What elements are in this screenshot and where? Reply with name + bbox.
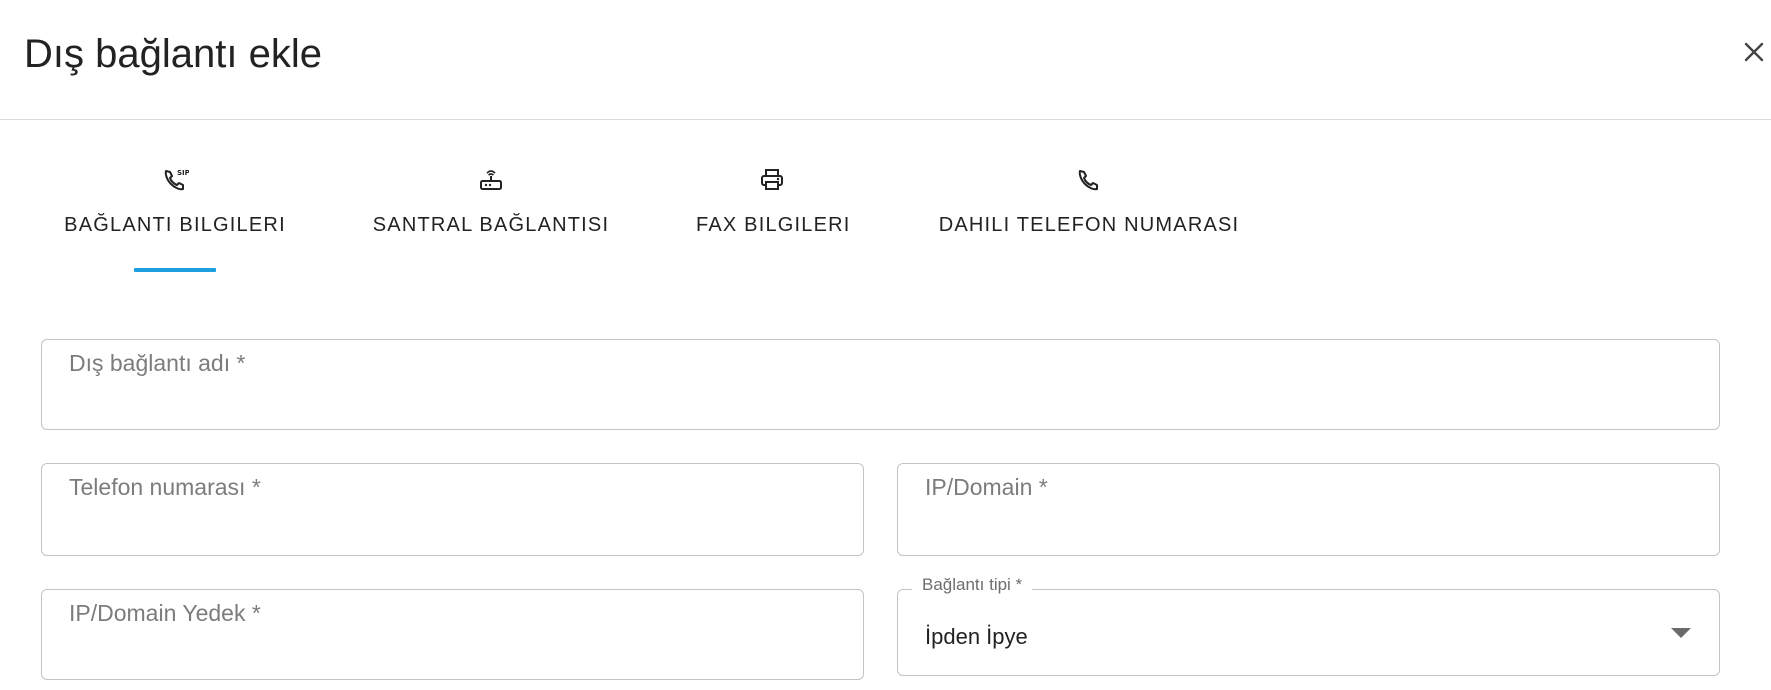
ip-domain-placeholder: IP/Domain * <box>925 474 1048 500</box>
connection-type-label: Bağlantı tipi * <box>912 575 1033 595</box>
phone-icon <box>1075 166 1103 194</box>
tab-label: SANTRAL BAĞLANTISI <box>372 214 610 236</box>
dialog-title: Dış bağlantı ekle <box>24 32 322 76</box>
connection-type-select[interactable]: Bağlantı tipi * İpden İpye <box>897 575 1720 676</box>
tab-bar: SIP BAĞLANTI BILGILERI SANTRAL BAĞLANTIS… <box>0 160 1300 280</box>
router-icon <box>477 166 505 194</box>
active-tab-indicator <box>134 268 216 272</box>
tab-label: DAHILI TELEFON NUMARASI <box>938 214 1240 236</box>
svg-text:SIP: SIP <box>177 169 189 177</box>
tab-santral-baglantisi[interactable]: SANTRAL BAĞLANTISI <box>370 160 612 275</box>
close-icon[interactable] <box>1738 36 1770 68</box>
tab-label: FAX BILGILERI <box>696 214 851 236</box>
phone-number-field[interactable]: Telefon numarası * <box>41 463 864 556</box>
ip-domain-backup-field[interactable]: IP/Domain Yedek * <box>41 589 864 680</box>
tab-baglanti-bilgileri[interactable]: SIP BAĞLANTI BILGILERI <box>62 160 288 275</box>
connection-name-placeholder: Dış bağlantı adı * <box>69 350 246 376</box>
tab-label: BAĞLANTI BILGILERI <box>64 214 286 236</box>
tab-dahili-telefon-numarasi[interactable]: DAHILI TELEFON NUMARASI <box>934 160 1244 275</box>
printer-icon <box>758 166 786 194</box>
phone-number-placeholder: Telefon numarası * <box>69 474 261 500</box>
sip-phone-icon: SIP <box>161 166 190 194</box>
ip-domain-field[interactable]: IP/Domain * <box>897 463 1720 556</box>
ip-domain-backup-placeholder: IP/Domain Yedek * <box>69 600 261 626</box>
dialog-header: Dış bağlantı ekle <box>0 0 1771 120</box>
connection-name-field[interactable]: Dış bağlantı adı * <box>41 339 1720 430</box>
chevron-down-icon <box>1671 628 1691 638</box>
connection-type-value: İpden İpye <box>925 624 1028 649</box>
tab-fax-bilgileri[interactable]: FAX BILGILERI <box>696 160 851 275</box>
